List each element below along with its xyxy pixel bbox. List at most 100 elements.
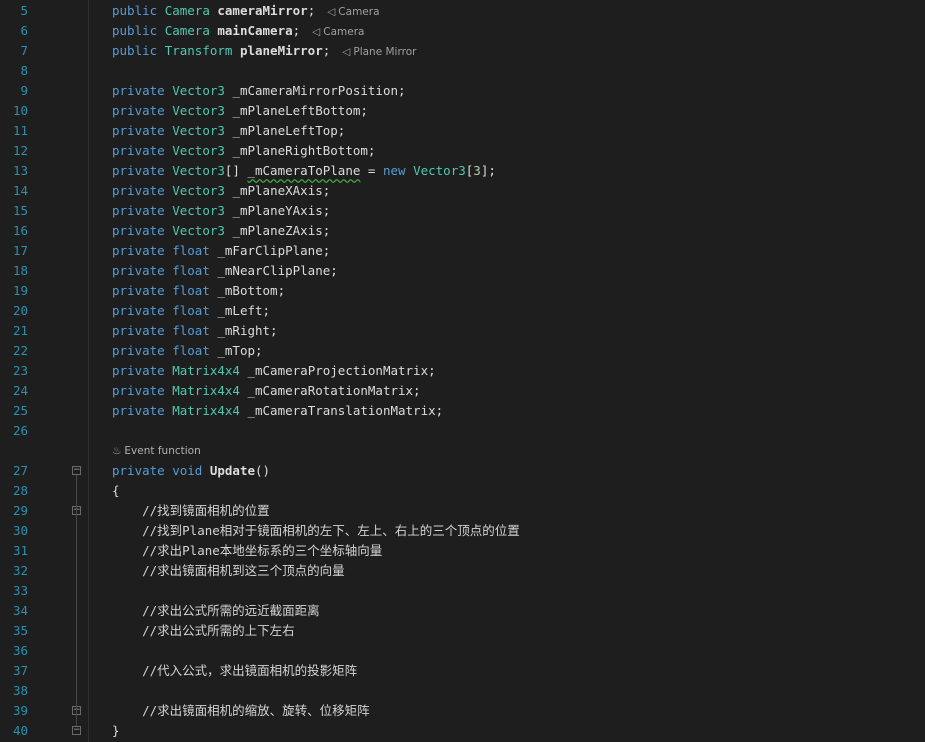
code-line[interactable]: 7 public Transform planeMirror; ◁ Plane Mir… bbox=[0, 41, 925, 61]
unity-asset-icon: ◁ bbox=[312, 26, 321, 38]
line-number: 35 bbox=[12, 623, 28, 638]
code-text[interactable]: public Camera mainCamera; ◁ Camera bbox=[112, 21, 364, 42]
token-kw: private bbox=[112, 183, 173, 198]
code-text[interactable]: private Vector3 _mPlaneYAxis; bbox=[112, 201, 330, 221]
code-line[interactable]: 17 private float _mFarClipPlane; bbox=[0, 241, 925, 261]
code-text[interactable]: //求出Plane本地坐标系的三个坐标轴向量 bbox=[112, 541, 382, 561]
token-kw: private bbox=[112, 343, 173, 358]
line-number: 10 bbox=[12, 103, 28, 118]
code-text[interactable]: private float _mNearClipPlane; bbox=[112, 261, 338, 281]
code-line[interactable]: 39− //求出镜面相机的缩放、旋转、位移矩阵 bbox=[0, 701, 925, 721]
code-text[interactable]: private void Update() bbox=[112, 461, 270, 481]
code-line[interactable]: 29− //找到镜面相机的位置 bbox=[0, 501, 925, 521]
code-line[interactable]: 18 private float _mNearClipPlane; bbox=[0, 261, 925, 281]
line-number: 6 bbox=[20, 23, 28, 38]
code-line[interactable]: 31 //求出Plane本地坐标系的三个坐标轴向量 bbox=[0, 541, 925, 561]
code-text[interactable]: private Matrix4x4 _mCameraTranslationMat… bbox=[112, 401, 443, 421]
token-num: 3 bbox=[473, 163, 481, 178]
line-number: 37 bbox=[12, 663, 28, 678]
code-text[interactable]: private float _mBottom; bbox=[112, 281, 285, 301]
code-line[interactable]: 5 public Camera cameraMirror; ◁ Camera bbox=[0, 1, 925, 21]
code-line[interactable]: 6 public Camera mainCamera; ◁ Camera bbox=[0, 21, 925, 41]
code-line[interactable]: 40 −} bbox=[0, 721, 925, 741]
fold-toggle-icon[interactable]: − bbox=[72, 466, 81, 475]
code-line[interactable]: 28 { bbox=[0, 481, 925, 501]
code-line[interactable]: 22 private float _mTop; bbox=[0, 341, 925, 361]
code-text[interactable]: //代入公式，求出镜面相机的投影矩阵 bbox=[112, 661, 357, 681]
token-kw: private bbox=[112, 163, 173, 178]
token-kw: private bbox=[112, 303, 173, 318]
code-line[interactable]: 23 private Matrix4x4 _mCameraProjectionMa… bbox=[0, 361, 925, 381]
code-text[interactable]: //求出公式所需的上下左右 bbox=[112, 621, 295, 641]
line-number: 27 bbox=[12, 463, 28, 478]
code-text[interactable]: private float _mRight; bbox=[112, 321, 278, 341]
code-line[interactable]: 14 private Vector3 _mPlaneXAxis; bbox=[0, 181, 925, 201]
token-ident: _mLeft; bbox=[217, 303, 271, 318]
token-ident: _mFarClipPlane; bbox=[217, 243, 331, 258]
code-line[interactable]: 33 bbox=[0, 581, 925, 601]
code-line[interactable]: 13 private Vector3[] _mCameraToPlane = ne… bbox=[0, 161, 925, 181]
code-text[interactable]: private float _mTop; bbox=[112, 341, 263, 361]
code-text[interactable]: private float _mFarClipPlane; bbox=[112, 241, 330, 261]
code-line[interactable]: 24 private Matrix4x4 _mCameraRotationMatr… bbox=[0, 381, 925, 401]
codelens-event-function[interactable]: ♨ Event function bbox=[112, 441, 201, 461]
code-line[interactable]: 21 private float _mRight; bbox=[0, 321, 925, 341]
code-editor[interactable]: 5 public Camera cameraMirror; ◁ Camera 6 publ… bbox=[0, 0, 925, 742]
line-number: 14 bbox=[12, 183, 28, 198]
code-line[interactable]: 11 private Vector3 _mPlaneLeftTop; bbox=[0, 121, 925, 141]
code-text[interactable]: //求出镜面相机的缩放、旋转、位移矩阵 bbox=[112, 701, 370, 721]
code-text[interactable]: //找到镜面相机的位置 bbox=[112, 501, 270, 521]
code-text[interactable]: private Vector3 _mPlaneZAxis; bbox=[112, 221, 330, 241]
token-kw: private bbox=[112, 323, 173, 338]
code-line[interactable]: 12 private Vector3 _mPlaneRightBottom; bbox=[0, 141, 925, 161]
code-line[interactable]: 27 − private void Update() bbox=[0, 461, 925, 481]
line-number: 11 bbox=[12, 123, 28, 138]
token-bold: Update bbox=[209, 463, 256, 478]
usage-hint[interactable]: ◁ Plane Mirror bbox=[342, 46, 416, 58]
code-line[interactable]: 19 private float _mBottom; bbox=[0, 281, 925, 301]
code-line[interactable]: 34 //求出公式所需的远近截面距离 bbox=[0, 601, 925, 621]
token-kw: float bbox=[172, 323, 218, 338]
code-line[interactable]: 25 private Matrix4x4 _mCameraTranslationM… bbox=[0, 401, 925, 421]
code-line[interactable]: 35 //求出公式所需的上下左右 bbox=[0, 621, 925, 641]
code-line[interactable]: 32 //求出镜面相机到这三个顶点的向量 bbox=[0, 561, 925, 581]
usage-hint[interactable]: ◁ Camera bbox=[312, 26, 364, 38]
usage-hint[interactable]: ◁ Camera bbox=[327, 6, 379, 18]
code-text[interactable]: private Vector3 _mPlaneLeftTop; bbox=[112, 121, 345, 141]
code-line[interactable]: 9 private Vector3 _mCameraMirrorPosition; bbox=[0, 81, 925, 101]
code-text[interactable]: private Vector3 _mPlaneXAxis; bbox=[112, 181, 330, 201]
code-text[interactable]: //求出镜面相机到这三个顶点的向量 bbox=[112, 561, 345, 581]
code-text[interactable]: private float _mLeft; bbox=[112, 301, 270, 321]
code-line[interactable]: 16 private Vector3 _mPlaneZAxis; bbox=[0, 221, 925, 241]
code-line[interactable]: 15 private Vector3 _mPlaneYAxis; bbox=[0, 201, 925, 221]
code-text[interactable]: private Vector3 _mCameraMirrorPosition; bbox=[112, 81, 406, 101]
line-number: 40 bbox=[12, 723, 28, 738]
code-line[interactable]: 36 bbox=[0, 641, 925, 661]
token-bold: mainCamera bbox=[217, 23, 293, 38]
code-text[interactable]: //找到Plane相对于镜面相机的左下、左上、右上的三个顶点的位置 bbox=[112, 521, 520, 541]
code-text[interactable]: { bbox=[112, 481, 120, 501]
code-text[interactable]: public Transform planeMirror; ◁ Plane Mirr… bbox=[112, 41, 416, 62]
code-line[interactable]: 8 bbox=[0, 61, 925, 81]
code-text[interactable]: private Vector3 _mPlaneRightBottom; bbox=[112, 141, 375, 161]
code-text[interactable]: private Vector3 _mPlaneLeftBottom; bbox=[112, 101, 368, 121]
fold-toggle-icon[interactable]: − bbox=[72, 726, 81, 735]
code-text[interactable]: //求出公式所需的远近截面距离 bbox=[112, 601, 320, 621]
code-line[interactable]: 26 bbox=[0, 421, 925, 441]
code-text[interactable]: private Matrix4x4 _mCameraProjectionMatr… bbox=[112, 361, 436, 381]
token-comment: //求出公式所需的上下左右 bbox=[112, 623, 295, 638]
code-line[interactable]: 10 private Vector3 _mPlaneLeftBottom; bbox=[0, 101, 925, 121]
fold-guide bbox=[76, 475, 77, 726]
token-type: Matrix4x4 bbox=[172, 363, 248, 378]
code-line[interactable]: 37 //代入公式，求出镜面相机的投影矩阵 bbox=[0, 661, 925, 681]
code-line[interactable]: 38 bbox=[0, 681, 925, 701]
code-text[interactable]: private Matrix4x4 _mCameraRotationMatrix… bbox=[112, 381, 421, 401]
token-ident: _mCameraMirrorPosition; bbox=[232, 83, 406, 98]
code-line[interactable]: 30 //找到Plane相对于镜面相机的左下、左上、右上的三个顶点的位置 bbox=[0, 521, 925, 541]
token-bold: cameraMirror bbox=[217, 3, 308, 18]
token-kw: private bbox=[112, 463, 173, 478]
code-text[interactable]: public Camera cameraMirror; ◁ Camera bbox=[112, 1, 380, 22]
code-text[interactable]: } bbox=[112, 721, 120, 741]
code-line[interactable]: 20 private float _mLeft; bbox=[0, 301, 925, 321]
code-text[interactable]: private Vector3[] _mCameraToPlane = new … bbox=[112, 161, 496, 181]
